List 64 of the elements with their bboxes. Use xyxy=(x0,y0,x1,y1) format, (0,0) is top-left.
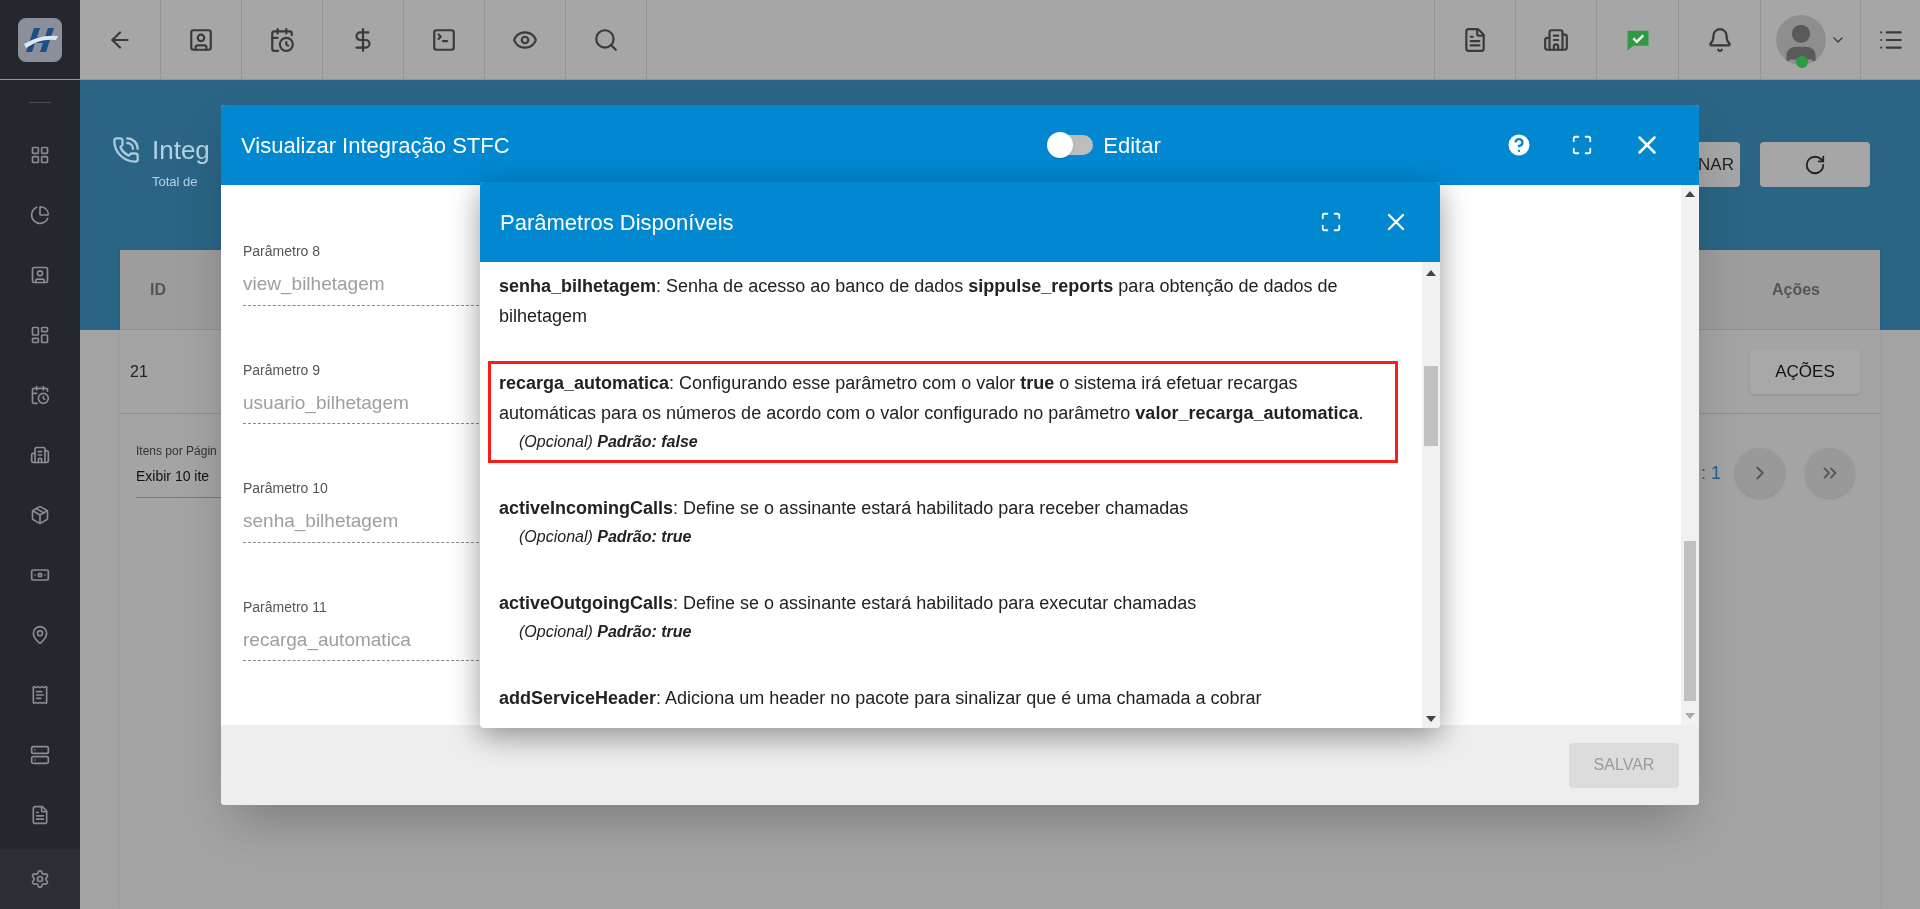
page-size-select[interactable]: Exibir 10 ite xyxy=(136,466,210,487)
pdf-document-icon xyxy=(1462,26,1488,53)
page-subtitle: Total de xyxy=(152,173,198,191)
pie-chart-icon xyxy=(30,205,50,225)
receipt-icon xyxy=(30,685,50,705)
parameter-description: activeIncomingCalls: Define se o assinante estará habilitado para receber chamadas xyxy=(499,497,1190,520)
page-number: : 1 xyxy=(1701,461,1721,485)
actions-button[interactable]: AÇÕES xyxy=(1750,349,1860,394)
document-icon xyxy=(30,805,50,825)
last-page-button[interactable] xyxy=(1805,448,1855,498)
field-value: usuario_bilhetagem xyxy=(243,390,409,416)
edit-toggle[interactable] xyxy=(1049,135,1094,155)
field-label: Itens por Págin xyxy=(136,443,217,460)
building-icon xyxy=(1543,26,1569,53)
logo-icon[interactable] xyxy=(18,17,62,62)
text-field[interactable]: Parâmetro 11 recarga_automatica xyxy=(243,596,479,661)
board-icon xyxy=(30,325,50,345)
save-button: SALVAR xyxy=(1569,742,1679,788)
field-label: Parâmetro 11 xyxy=(243,597,327,617)
phone-icon xyxy=(112,136,140,164)
toggle-label: Editar xyxy=(1103,131,1161,160)
scrollbar[interactable] xyxy=(1422,262,1440,728)
parameter-description: addServiceHeader: Adiciona um header no pacote para sinalizar que é uma chamada a cobrar xyxy=(499,687,1263,710)
column-header: ID xyxy=(150,279,166,300)
column-header: Ações xyxy=(1771,279,1820,300)
refresh-icon xyxy=(1804,153,1826,176)
field-label: Parâmetro 10 xyxy=(243,479,328,498)
parameter-default: (Opcional) Padrão: true xyxy=(518,622,693,642)
text-field[interactable]: Parâmetro 10 senha_bilhetagem xyxy=(243,478,479,543)
field-value: recarga_automatica xyxy=(243,627,411,653)
table-cell-text: 21 xyxy=(130,361,148,382)
terminal-icon xyxy=(431,26,457,53)
dialog-title: Visualizar Integração STFC xyxy=(241,131,511,160)
dialog-title: Parâmetros Disponíveis xyxy=(500,208,735,237)
page-title: Integ xyxy=(152,134,210,167)
grid-icon xyxy=(30,145,50,165)
text-field[interactable]: Parâmetro 9 usuario_bilhetagem xyxy=(243,359,479,424)
field-label: Parâmetro 9 xyxy=(243,360,321,380)
settings-icon xyxy=(30,869,50,889)
field-label: Parâmetro 8 xyxy=(243,242,321,261)
package-icon xyxy=(30,505,50,525)
parameter-description: activeOutgoingCalls: Define se o assinante estará habilitado para executar chamadas xyxy=(499,592,1198,615)
contact-card-icon xyxy=(188,26,214,53)
bell-icon xyxy=(1706,26,1733,53)
parameter-default: (Opcional) Padrão: true xyxy=(518,527,693,547)
field-value: view_bilhetagem xyxy=(243,272,385,297)
fullscreen-icon xyxy=(1570,134,1593,156)
contact-card-icon xyxy=(30,265,50,285)
calendar-clock-icon xyxy=(30,385,50,405)
help-icon xyxy=(1505,131,1533,159)
calendar-clock-icon xyxy=(269,26,295,53)
refresh-button[interactable] xyxy=(1760,142,1870,187)
server-icon xyxy=(30,745,50,765)
scrollbar[interactable] xyxy=(1681,185,1699,725)
search-icon xyxy=(593,26,619,53)
parameter-default: (Opcional) Padrão: false xyxy=(518,432,699,452)
map-pin-icon xyxy=(30,625,50,645)
building-icon xyxy=(30,445,50,465)
field-value: senha_bilhetagem xyxy=(243,509,399,534)
parameter-description: senha_bilhetagem: Senha de acesso ao banco de dados sippulse_reports para obtenção de dados de bilhetagem xyxy=(499,275,1339,328)
settings-button[interactable] xyxy=(0,849,80,909)
fullscreen-icon xyxy=(1319,211,1342,233)
text-field[interactable]: Parâmetro 8 view_bilhetagem xyxy=(243,241,479,306)
parameter-description: recarga_automatica: Configurando esse parâmetro com o valor true o sistema irá efetuar recargas automáticas para os números de acordo com o valor configurado no parâmetro valor_recarga_automatica. xyxy=(499,372,1365,425)
